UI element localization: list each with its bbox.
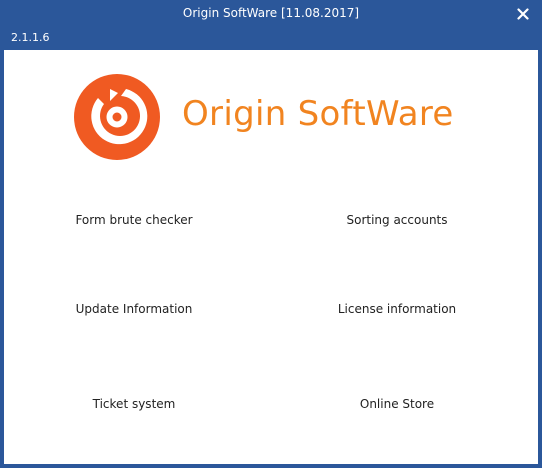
- version-label: 2.1.1.6: [11, 31, 50, 44]
- version-bar: 2.1.1.6: [0, 28, 542, 48]
- close-icon: [517, 8, 529, 20]
- logo-area: Origin SoftWare: [4, 74, 538, 164]
- close-button[interactable]: [512, 3, 534, 25]
- form-brute-checker-link[interactable]: Form brute checker: [34, 213, 234, 227]
- ticket-system-link[interactable]: Ticket system: [34, 397, 234, 411]
- sorting-accounts-link[interactable]: Sorting accounts: [297, 213, 497, 227]
- logo-text: Origin SoftWare: [182, 94, 454, 134]
- app-window: Origin SoftWare [11.08.2017] 2.1.1.6 Ori…: [0, 0, 542, 468]
- online-store-link[interactable]: Online Store: [297, 397, 497, 411]
- update-information-link[interactable]: Update Information: [34, 302, 234, 316]
- window-title: Origin SoftWare [11.08.2017]: [182, 6, 360, 20]
- license-information-link[interactable]: License information: [297, 302, 497, 316]
- main-content: Origin SoftWare Form brute checker Sorti…: [4, 50, 538, 464]
- title-bar[interactable]: Origin SoftWare [11.08.2017]: [0, 0, 542, 28]
- origin-logo-icon: [74, 74, 160, 160]
